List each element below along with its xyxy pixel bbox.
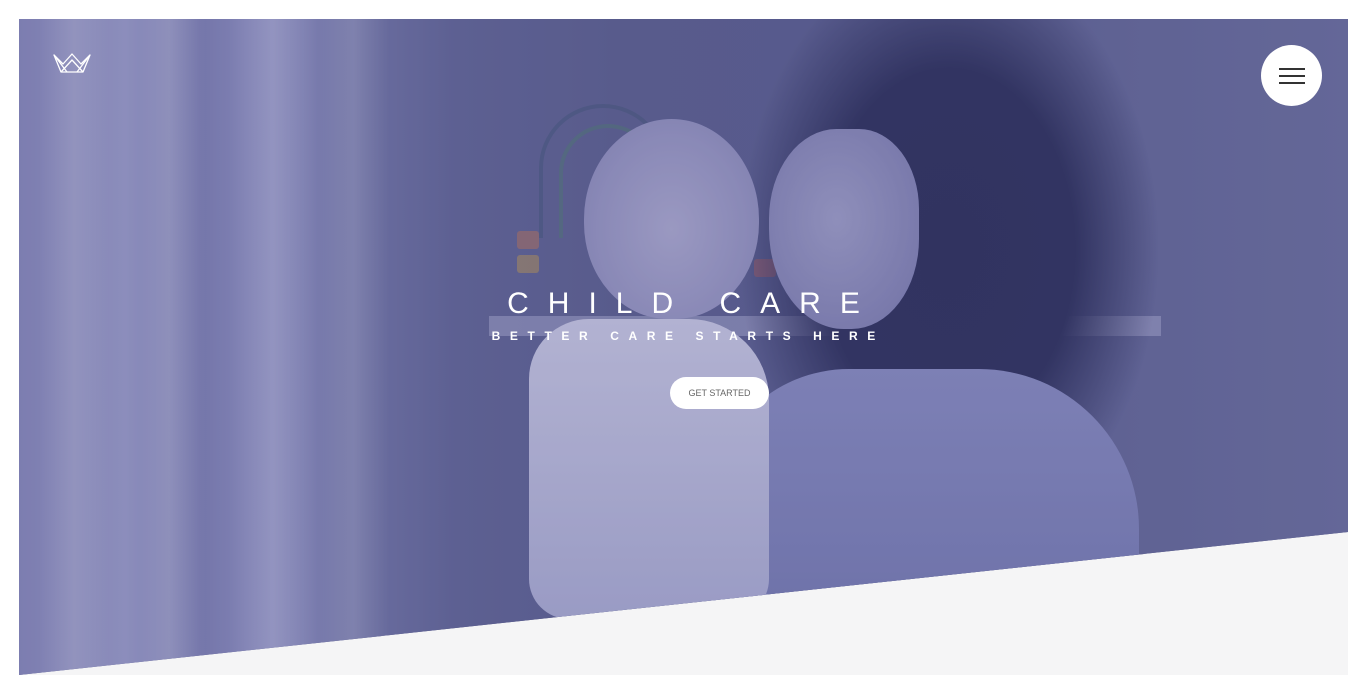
get-started-button[interactable]: GET STARTED	[670, 377, 769, 409]
crown-logo-icon[interactable]	[53, 52, 91, 74]
hero-section: CHILD CARE BETTER CARE STARTS HERE GET S…	[19, 19, 1348, 675]
hamburger-menu-icon	[1278, 67, 1305, 84]
menu-button[interactable]	[1261, 45, 1322, 106]
hero-subtitle: BETTER CARE STARTS HERE	[491, 329, 885, 343]
hero-title: CHILD CARE	[507, 287, 879, 320]
hero-color-overlay	[19, 19, 1348, 675]
page-frame: CHILD CARE BETTER CARE STARTS HERE GET S…	[19, 19, 1348, 675]
